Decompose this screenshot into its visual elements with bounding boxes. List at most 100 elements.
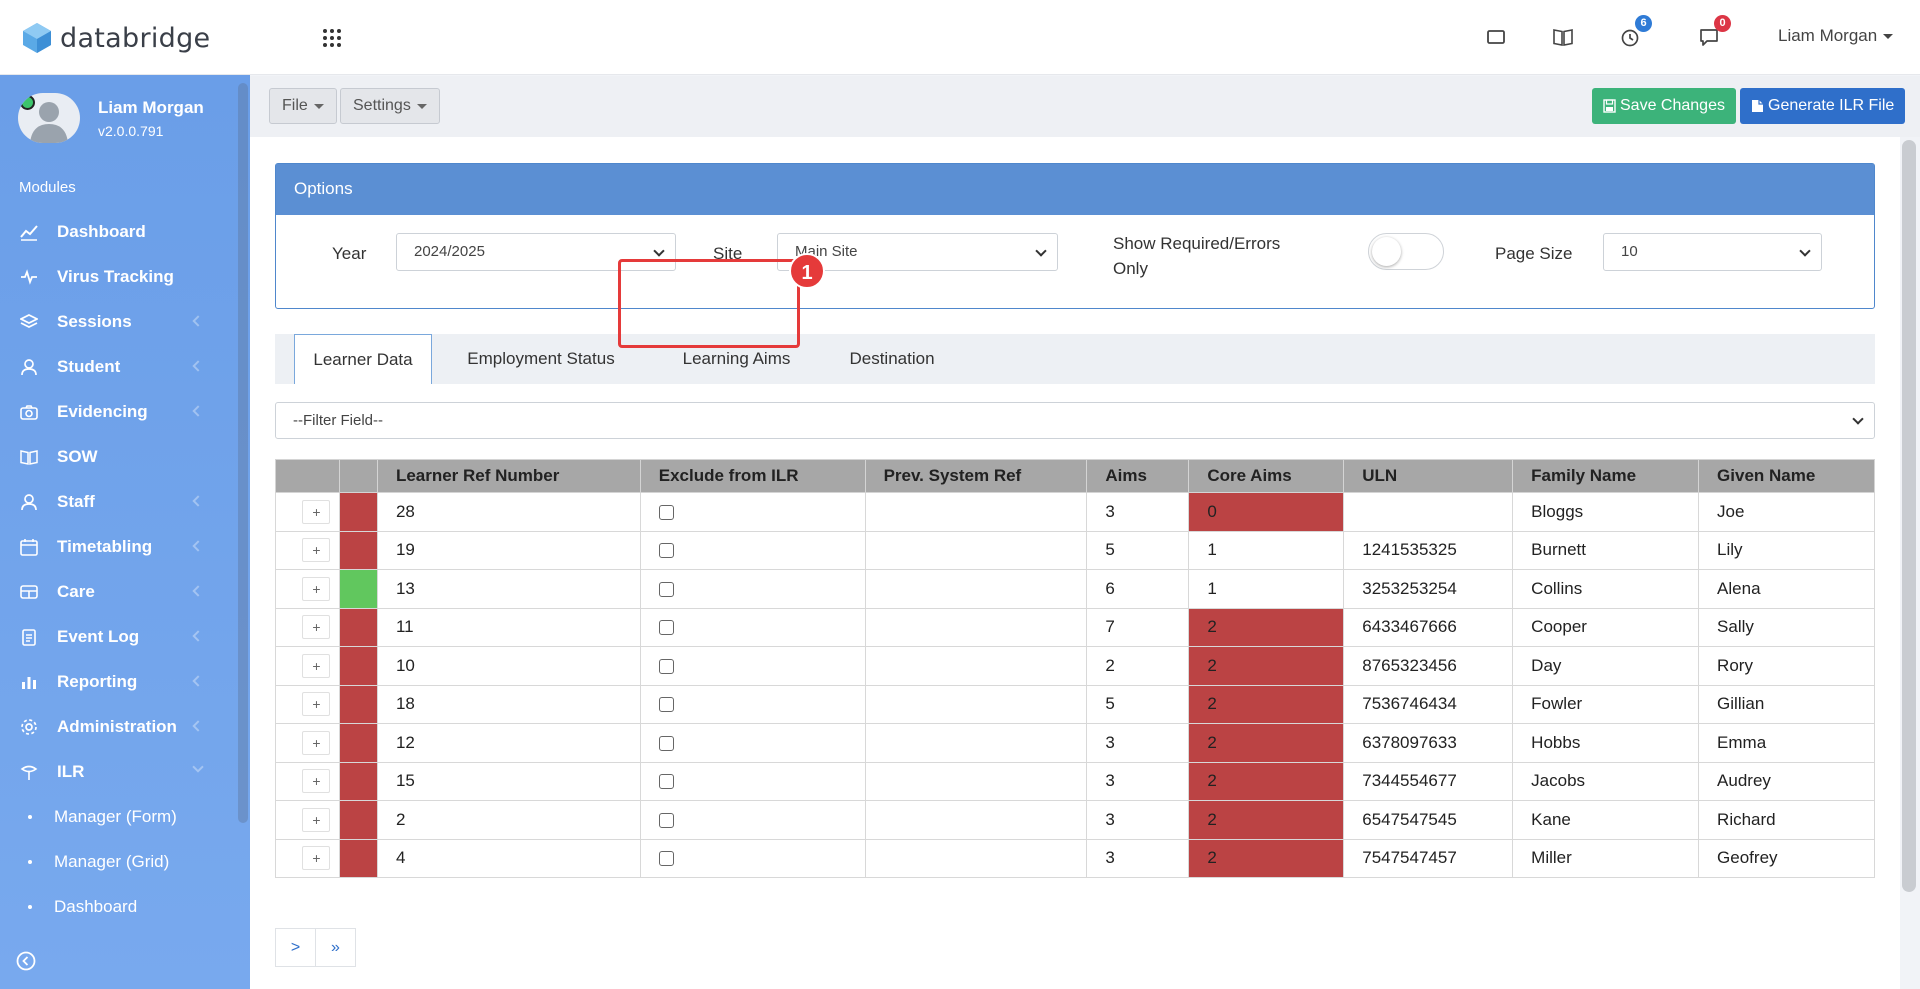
core-aims-cell[interactable]: 1 [1188,569,1345,609]
prev-system-ref-cell[interactable] [864,569,1088,609]
given-name-cell[interactable]: Emma [1698,723,1875,763]
next-page-button[interactable]: > [275,928,316,967]
expand-row-button[interactable]: + [302,499,331,524]
tab-employment-status[interactable]: Employment Status [435,334,647,384]
given-name-cell[interactable]: Gillian [1698,684,1875,724]
sidebar-item-care[interactable]: Care [0,569,240,614]
main-scrollbar[interactable] [1902,140,1916,892]
learner-ref-cell[interactable]: 12 [376,723,641,763]
prev-system-ref-cell[interactable] [864,800,1088,840]
collapse-sidebar-icon[interactable] [16,951,36,971]
column-header-uln[interactable]: ULN [1343,459,1514,493]
expand-row-button[interactable]: + [302,807,331,832]
file-menu-button[interactable]: File [269,88,337,124]
aims-cell[interactable]: 2 [1086,646,1190,686]
exclude-from-ilr-checkbox[interactable] [658,697,674,713]
prev-system-ref-cell[interactable] [864,530,1088,570]
learner-ref-cell[interactable]: 13 [376,569,641,609]
sidebar-subitem-manager-grid[interactable]: Manager (Grid) [0,839,240,884]
aims-cell[interactable]: 3 [1086,838,1190,878]
column-header-given-name[interactable]: Given Name [1698,459,1875,493]
given-name-cell[interactable]: Rory [1698,646,1875,686]
table-row[interactable]: +4 3 2 7547547457 Miller Geofrey [275,838,1875,878]
prev-system-ref-cell[interactable] [864,646,1088,686]
given-name-cell[interactable]: Lily [1698,530,1875,570]
exclude-from-ilr-checkbox[interactable] [658,735,674,751]
sidebar-item-reporting[interactable]: Reporting [0,659,240,704]
logo[interactable]: databridge [22,22,210,54]
year-select[interactable]: 2024/2025 [396,233,676,271]
table-row[interactable]: +15 3 2 7344554677 Jacobs Audrey [275,761,1875,801]
exclude-from-ilr-checkbox[interactable] [658,774,674,790]
core-aims-cell[interactable]: 2 [1188,607,1345,647]
uln-cell[interactable]: 7547547457 [1343,838,1514,878]
tab-learner-data[interactable]: Learner Data [294,334,432,384]
exclude-from-ilr-checkbox[interactable] [658,504,674,520]
sidebar-item-timetabling[interactable]: Timetabling [0,524,240,569]
given-name-cell[interactable]: Richard [1698,800,1875,840]
aims-cell[interactable]: 3 [1086,492,1190,532]
table-row[interactable]: +19 5 1 1241535325 Burnett Lily [275,530,1875,570]
column-header-learner-ref[interactable]: Learner Ref Number [376,459,641,493]
learner-ref-cell[interactable]: 28 [376,492,641,532]
column-header-prev-ref[interactable]: Prev. System Ref [864,459,1088,493]
sidebar-item-event-log[interactable]: Event Log [0,614,240,659]
core-aims-cell[interactable]: 2 [1188,684,1345,724]
show-required-errors-toggle[interactable] [1368,233,1444,270]
learner-ref-cell[interactable]: 18 [376,684,641,724]
uln-cell[interactable]: 6547547545 [1343,800,1514,840]
exclude-from-ilr-checkbox[interactable] [658,543,674,559]
family-name-cell[interactable]: Bloggs [1512,492,1700,532]
family-name-cell[interactable]: Cooper [1512,607,1700,647]
save-changes-button[interactable]: Save Changes [1592,88,1736,124]
expand-row-button[interactable]: + [302,615,331,640]
expand-row-button[interactable]: + [302,769,331,794]
table-row[interactable]: +11 7 2 6433467666 Cooper Sally [275,607,1875,647]
table-row[interactable]: +12 3 2 6378097633 Hobbs Emma [275,723,1875,763]
expand-row-button[interactable]: + [302,730,331,755]
column-header-family-name[interactable]: Family Name [1512,459,1700,493]
core-aims-cell[interactable]: 1 [1188,530,1345,570]
sidebar-item-staff[interactable]: Staff [0,479,240,524]
learner-ref-cell[interactable]: 4 [376,838,641,878]
exclude-from-ilr-checkbox[interactable] [658,812,674,828]
sidebar-item-administration[interactable]: Administration [0,704,240,749]
filter-field-select[interactable]: --Filter Field-- [275,402,1875,439]
table-row[interactable]: +10 2 2 8765323456 Day Rory [275,646,1875,686]
exclude-from-ilr-checkbox[interactable] [658,658,674,674]
learner-ref-cell[interactable]: 11 [376,607,641,647]
core-aims-cell[interactable]: 2 [1188,761,1345,801]
learner-ref-cell[interactable]: 15 [376,761,641,801]
core-aims-cell[interactable]: 2 [1188,800,1345,840]
given-name-cell[interactable]: Joe [1698,492,1875,532]
apps-grid-icon[interactable] [320,26,344,50]
tab-learning-aims[interactable]: Learning Aims [650,334,823,384]
prev-system-ref-cell[interactable] [864,838,1088,878]
uln-cell[interactable]: 1241535325 [1343,530,1514,570]
generate-ilr-file-button[interactable]: Generate ILR File [1740,88,1906,124]
settings-menu-button[interactable]: Settings [340,88,440,124]
tab-destination[interactable]: Destination [829,334,955,384]
exclude-from-ilr-checkbox[interactable] [658,620,674,636]
family-name-cell[interactable]: Collins [1512,569,1700,609]
expand-row-button[interactable]: + [302,653,331,678]
messages-button[interactable]: 0 [1697,15,1731,49]
given-name-cell[interactable]: Alena [1698,569,1875,609]
prev-system-ref-cell[interactable] [864,723,1088,763]
family-name-cell[interactable]: Kane [1512,800,1700,840]
book-icon[interactable] [1551,25,1575,49]
table-row[interactable]: +2 3 2 6547547545 Kane Richard [275,800,1875,840]
sidebar-item-student[interactable]: Student [0,344,240,389]
avatar[interactable] [18,93,80,143]
column-header-aims[interactable]: Aims [1086,459,1190,493]
expand-row-button[interactable]: + [302,576,331,601]
core-aims-cell[interactable]: 2 [1188,838,1345,878]
aims-cell[interactable]: 7 [1086,607,1190,647]
learner-ref-cell[interactable]: 19 [376,530,641,570]
prev-system-ref-cell[interactable] [864,761,1088,801]
learner-ref-cell[interactable]: 2 [376,800,641,840]
aims-cell[interactable]: 5 [1086,530,1190,570]
prev-system-ref-cell[interactable] [864,492,1088,532]
core-aims-cell[interactable]: 0 [1188,492,1345,532]
uln-cell[interactable] [1343,492,1514,532]
